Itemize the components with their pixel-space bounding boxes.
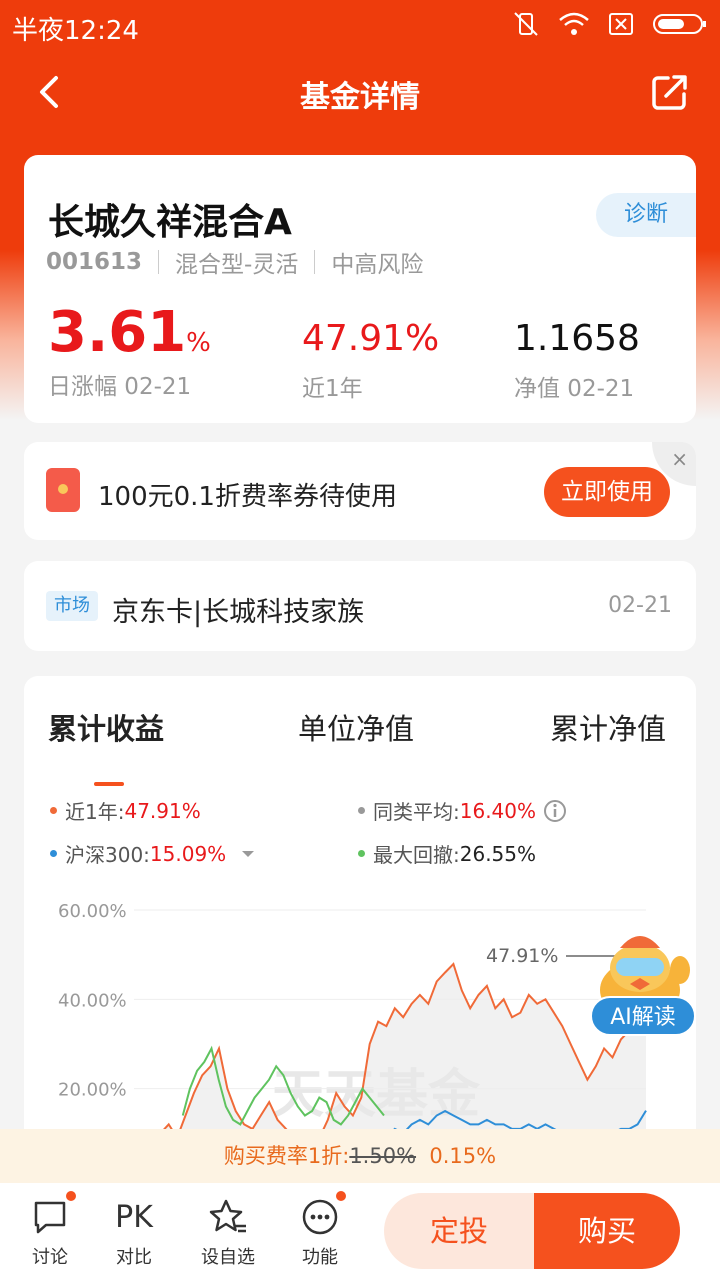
share-icon[interactable] <box>650 72 690 112</box>
legend-dot <box>50 850 57 857</box>
market-news-date: 02-21 <box>608 593 672 618</box>
nav-watchlist-label: 设自选 <box>201 1247 255 1268</box>
nav-functions-label: 功能 <box>302 1247 338 1268</box>
fee-discount-bar: 购买费率1折:1.50% 0.15% <box>0 1129 720 1183</box>
market-news-text[interactable]: 京东卡|长城科技家族 <box>112 590 364 629</box>
nav-compare-label: 对比 <box>116 1247 152 1268</box>
daily-change-value: 3.61 <box>48 300 187 365</box>
bottom-action-bar: 讨论 PK 对比 设自选 功能 定投 购买 <box>0 1183 720 1280</box>
nav-discuss[interactable]: 讨论 <box>12 1189 88 1269</box>
year-return-value: 47.91% <box>302 318 440 359</box>
diagnose-button[interactable]: 诊断 <box>596 193 696 237</box>
legend-year-label: 近1年: <box>65 800 125 824</box>
notification-dot <box>334 1189 348 1203</box>
fund-risk: 中高风险 <box>331 252 424 278</box>
red-packet-icon <box>46 468 80 512</box>
market-news-card[interactable]: 市场 京东卡|长城科技家族 02-21 <box>24 561 696 651</box>
wifi-icon <box>559 12 589 35</box>
performance-chart-card: 累计收益 单位净值 累计净值 近1年: 47.91% 同类平均: 16.40% … <box>24 676 696 1146</box>
meta-divider <box>314 250 316 274</box>
star-icon <box>209 1199 246 1233</box>
legend-dot <box>358 850 365 857</box>
coupon-text: 100元0.1折费率券待使用 <box>98 482 397 512</box>
pk-icon: PK <box>115 1199 153 1235</box>
more-icon <box>302 1199 338 1235</box>
title-bar: 基金详情 <box>0 58 720 128</box>
market-tag: 市场 <box>46 591 98 621</box>
fee-prefix: 购买费率1折: <box>223 1144 350 1168</box>
legend-dot <box>50 807 57 814</box>
dropdown-arrow-icon[interactable] <box>236 846 260 862</box>
legend-max-drawdown: 最大回撤: 26.55% <box>358 839 536 868</box>
legend-csi300[interactable]: 沪深300: 15.09% <box>50 839 260 868</box>
tab-cumulative-return[interactable]: 累计收益 <box>48 706 164 748</box>
active-tab-indicator <box>94 782 124 786</box>
battery-icon <box>653 14 706 34</box>
daily-change-unit: % <box>186 328 211 358</box>
tab-cumulative-nav[interactable]: 累计净值 <box>550 706 666 748</box>
chat-bubble-icon <box>34 1201 66 1234</box>
coupon-card[interactable]: 100元0.1折费率券待使用 立即使用 × <box>24 442 696 540</box>
fund-name: 长城久祥混合A <box>48 202 292 243</box>
daily-change-stat: 3.61% 日涨幅 02-21 <box>48 305 211 401</box>
chart-tabs: 累计收益 单位净值 累计净值 <box>24 706 696 786</box>
legend-csi300-value: 15.09% <box>149 841 227 866</box>
y-tick-label: 20.00% <box>58 1080 127 1101</box>
legend-year: 近1年: 47.91% <box>50 796 201 825</box>
fee-original: 1.50% <box>349 1144 417 1168</box>
peak-label: 47.91% <box>486 945 558 967</box>
buy-button[interactable]: 购买 <box>534 1193 680 1269</box>
page-title: 基金详情 <box>300 80 420 115</box>
legend-max-drawdown-value: 26.55% <box>459 841 537 866</box>
use-coupon-button[interactable]: 立即使用 <box>544 467 670 517</box>
nav-compare[interactable]: PK 对比 <box>96 1197 172 1269</box>
nav-functions[interactable]: 功能 <box>282 1189 358 1269</box>
nav-watchlist[interactable]: 设自选 <box>190 1197 266 1269</box>
nav-discuss-label: 讨论 <box>32 1247 68 1268</box>
vibrate-off-icon <box>514 12 538 36</box>
y-tick-label: 40.00% <box>58 990 127 1011</box>
year-return-stat: 47.91% 近1年 <box>302 318 439 403</box>
nav-stat: 1.1658 净值 02-21 <box>514 318 640 403</box>
fund-code: 001613 <box>46 249 143 275</box>
legend-category-avg: 同类平均: 16.40% <box>358 796 568 825</box>
legend-category-avg-value: 16.40% <box>459 798 537 823</box>
year-return-label: 近1年 <box>302 376 363 402</box>
status-bar: 半夜12:24 <box>0 0 720 50</box>
info-icon[interactable] <box>542 798 568 824</box>
y-tick-label: 60.00% <box>58 901 127 922</box>
fund-type: 混合型-灵活 <box>175 252 299 278</box>
status-time: 半夜12:24 <box>12 16 139 46</box>
meta-divider <box>158 250 160 274</box>
nav-label: 净值 02-21 <box>514 376 635 402</box>
fund-summary-card: 长城久祥混合A 诊断 001613 混合型-灵活 中高风险 3.61% 日涨幅 … <box>24 155 696 423</box>
legend-csi300-label: 沪深300: <box>65 843 150 867</box>
ai-interpret-button[interactable]: AI解读 <box>590 996 696 1036</box>
legend-category-avg-label: 同类平均: <box>373 800 460 824</box>
watermark-text: 天天基金 <box>272 1064 481 1125</box>
legend-dot <box>358 807 365 814</box>
legend-year-value: 47.91% <box>124 798 201 823</box>
notification-dot <box>64 1189 78 1203</box>
daily-change-label: 日涨幅 02-21 <box>48 374 192 400</box>
sim-icon <box>609 13 633 35</box>
status-icons <box>512 10 708 38</box>
tab-unit-nav[interactable]: 单位净值 <box>298 706 414 748</box>
fund-meta: 001613 混合型-灵活 中高风险 <box>46 245 423 279</box>
fee-discounted: 0.15% <box>429 1144 497 1168</box>
legend-max-drawdown-label: 最大回撤: <box>373 843 460 867</box>
regular-invest-button[interactable]: 定投 <box>384 1193 534 1269</box>
nav-value: 1.1658 <box>514 318 640 359</box>
